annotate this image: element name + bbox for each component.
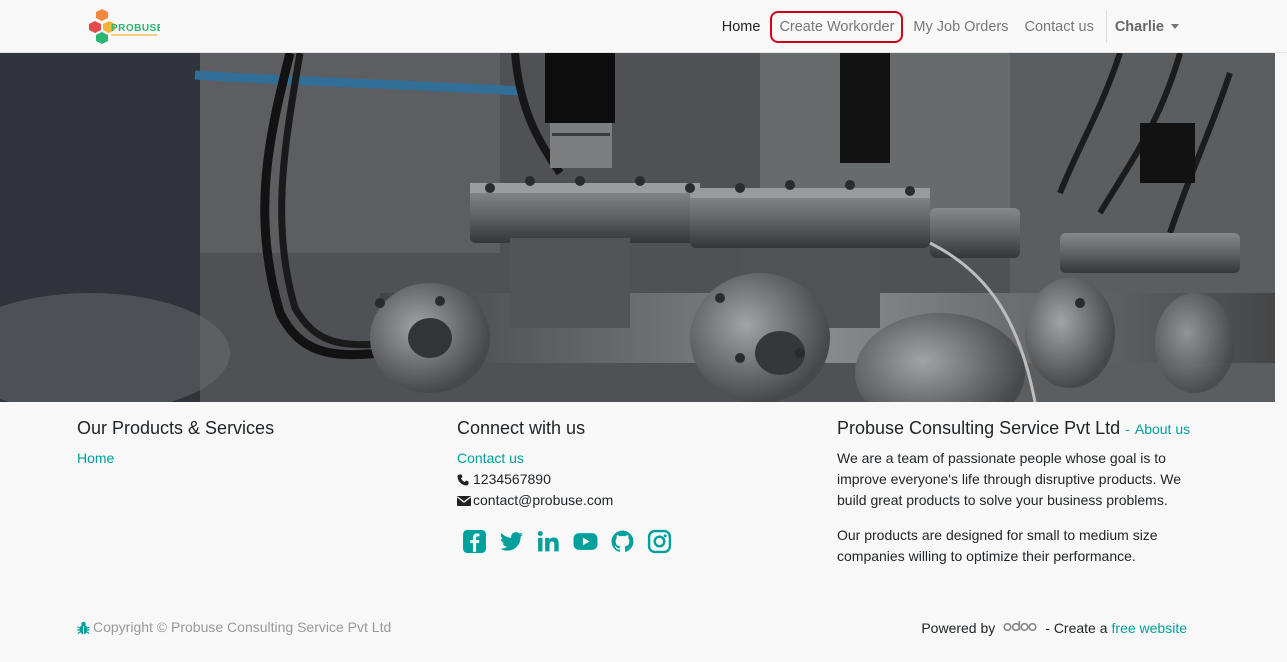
twitter-icon[interactable]	[499, 529, 524, 554]
site-logo[interactable]: PROBUSE	[88, 8, 163, 46]
powered-by-text: Powered by	[921, 619, 996, 636]
heading-dash: -	[1125, 421, 1130, 437]
company-name: Probuse Consulting Service Pvt Ltd	[837, 418, 1121, 438]
instagram-icon[interactable]	[647, 529, 672, 554]
envelope-icon	[457, 492, 471, 506]
footer-about-column: Probuse Consulting Service Pvt Ltd - Abo…	[837, 418, 1197, 581]
powered-by: Powered by - Create a free website	[921, 619, 1187, 636]
about-paragraph-1: We are a team of passionate people whose…	[837, 450, 1182, 508]
about-us-link[interactable]: About us	[1135, 421, 1190, 437]
create-a-text: - Create a	[1045, 619, 1108, 636]
copyright: Copyright © Probuse Consulting Service P…	[77, 619, 391, 635]
nav-create-workorder[interactable]: Create Workorder	[770, 10, 904, 43]
connect-heading: Connect with us	[457, 418, 586, 438]
user-name: Charlie	[1114, 18, 1164, 35]
footer-products-column: Our Products & Services Home	[77, 418, 377, 469]
logo-text: PROBUSE	[111, 23, 160, 34]
free-website-link[interactable]: free website	[1112, 620, 1187, 636]
footer-connect-column: Connect with us Contact us 1234567890 co…	[457, 418, 757, 554]
odoo-logo[interactable]	[1003, 619, 1037, 636]
social-links	[457, 529, 757, 554]
youtube-icon[interactable]	[573, 529, 598, 554]
hero-banner-image	[0, 53, 1275, 402]
phone-number: 1234567890	[473, 471, 551, 487]
top-navbar: PROBUSE Home Create Workorder My Job Ord…	[0, 0, 1287, 53]
nav-home[interactable]: Home	[714, 11, 769, 43]
products-heading: Our Products & Services	[77, 418, 275, 438]
phone-icon	[457, 471, 470, 486]
email-address: contact@probuse.com	[473, 492, 614, 508]
copyright-text: Copyright © Probuse Consulting Service P…	[93, 619, 392, 635]
github-icon[interactable]	[610, 529, 635, 554]
user-menu[interactable]: Charlie	[1107, 11, 1187, 43]
linkedin-icon[interactable]	[536, 529, 561, 554]
main-nav: Home Create Workorder My Job Orders Cont…	[714, 0, 1187, 53]
bug-icon	[77, 621, 90, 634]
footer-contact-link[interactable]: Contact us	[457, 450, 524, 466]
nav-my-job-orders[interactable]: My Job Orders	[905, 11, 1016, 43]
company-heading: Probuse Consulting Service Pvt Ltd - Abo…	[837, 418, 1197, 439]
footer-home-link[interactable]: Home	[77, 450, 114, 466]
nav-contact-us[interactable]: Contact us	[1017, 11, 1102, 43]
about-paragraph-2: Our products are designed for small to m…	[837, 527, 1158, 564]
chevron-down-icon	[1171, 24, 1179, 29]
facebook-icon[interactable]	[462, 529, 487, 554]
